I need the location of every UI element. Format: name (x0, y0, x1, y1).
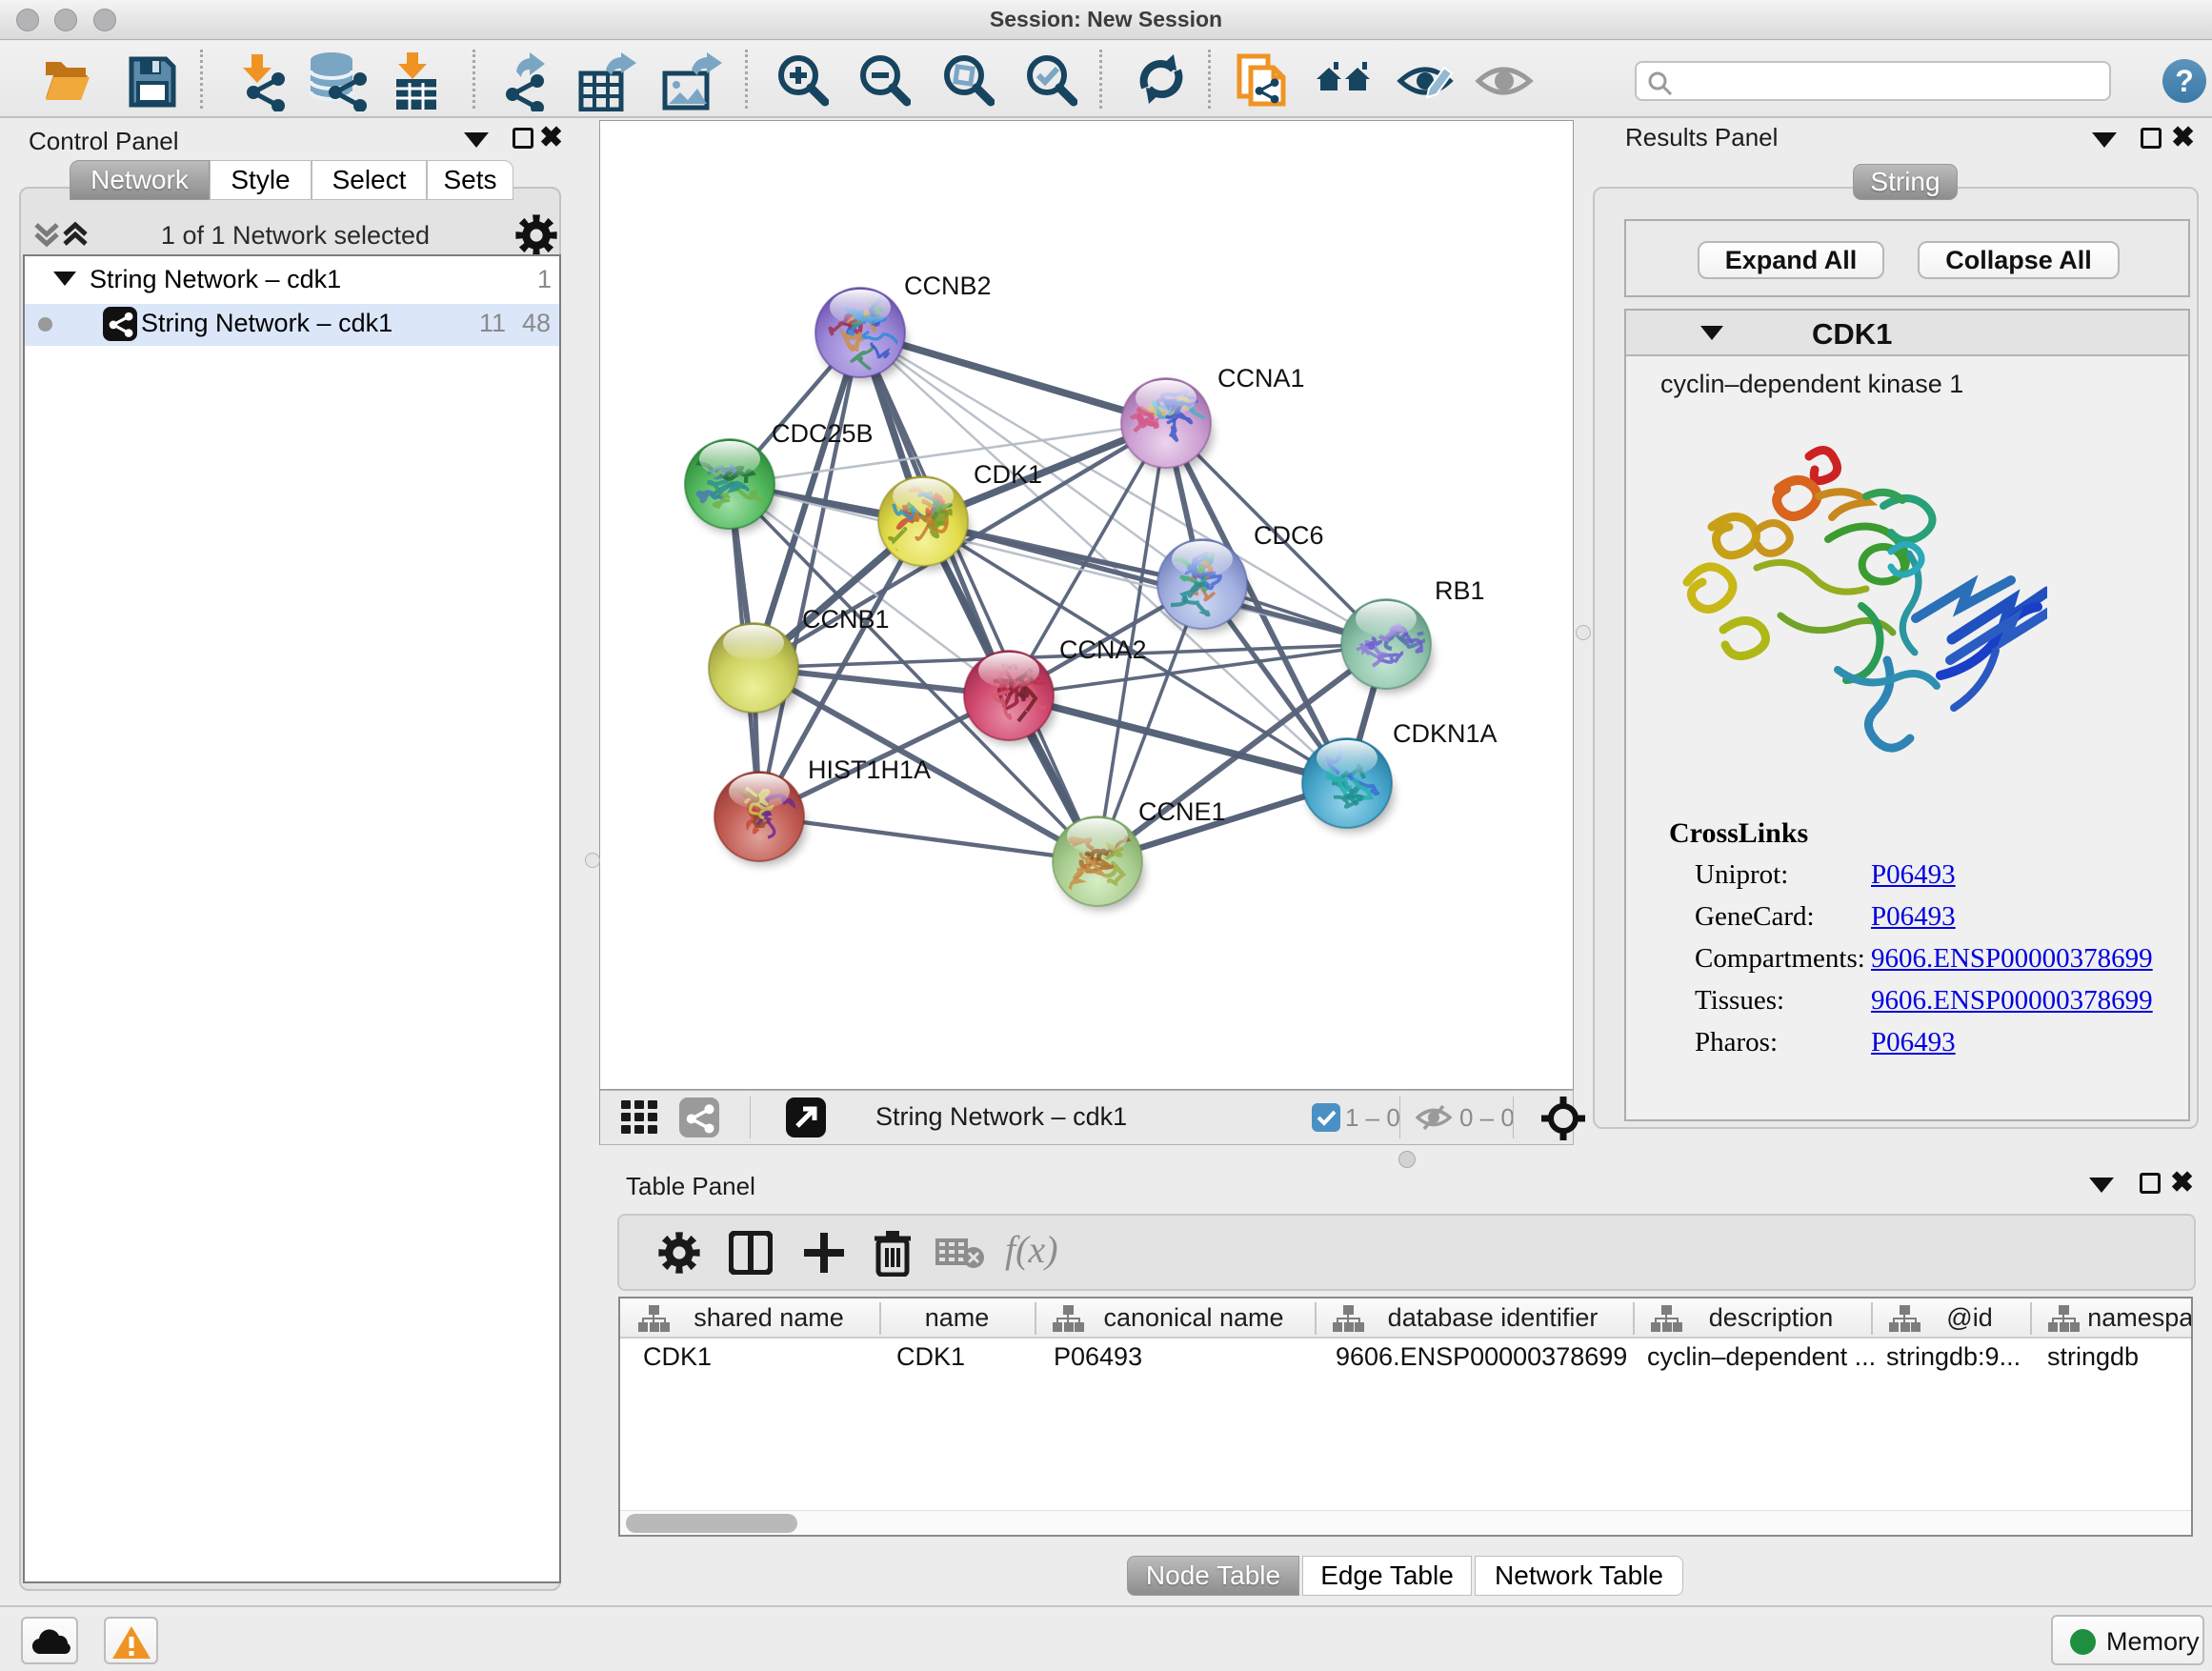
svg-text:CCNB2: CCNB2 (904, 272, 992, 300)
svg-text:CCNA2: CCNA2 (1059, 635, 1147, 664)
svg-text:CDC25B: CDC25B (772, 419, 874, 448)
svg-text:CDC6: CDC6 (1254, 521, 1324, 550)
svg-text:HIST1H1A: HIST1H1A (808, 755, 931, 784)
svg-text:CCNB1: CCNB1 (802, 605, 890, 634)
svg-text:RB1: RB1 (1435, 576, 1485, 605)
svg-text:CDK1: CDK1 (974, 460, 1042, 489)
svg-text:CCNE1: CCNE1 (1138, 797, 1226, 826)
svg-text:CCNA1: CCNA1 (1217, 364, 1305, 393)
svg-text:CDKN1A: CDKN1A (1393, 719, 1498, 748)
